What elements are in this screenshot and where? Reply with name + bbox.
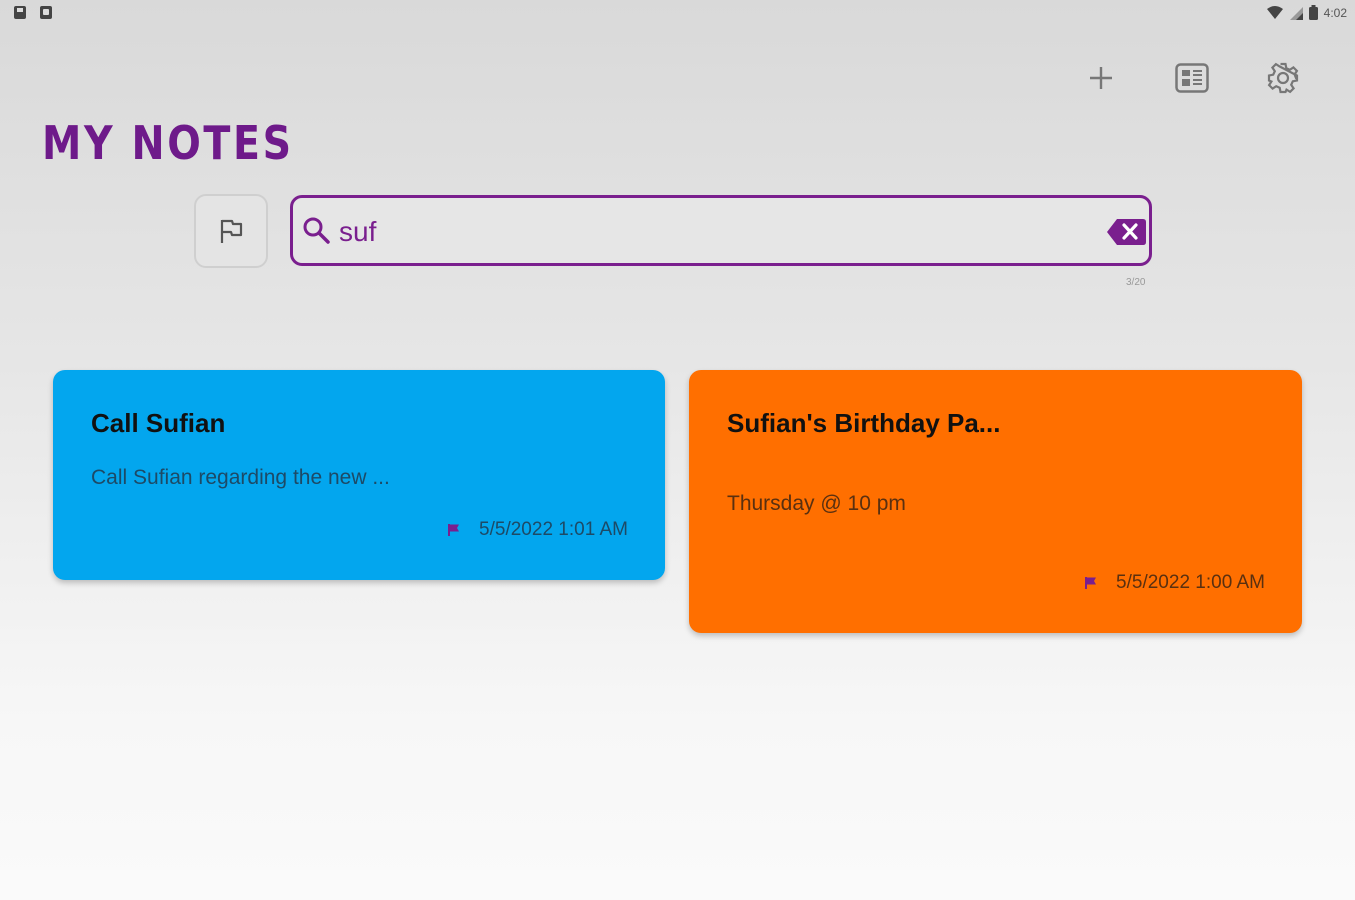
note-title: Call Sufian	[91, 408, 226, 438]
cell-signal-icon	[1289, 6, 1303, 20]
note-date: 5/5/2022 1:00 AM	[1116, 572, 1265, 593]
clear-search-icon[interactable]	[1107, 218, 1147, 246]
clock: 4:02	[1323, 5, 1347, 20]
add-note-button[interactable]	[1079, 56, 1123, 100]
settings-button[interactable]	[1261, 56, 1305, 100]
grid-layout-icon	[1175, 63, 1209, 93]
wifi-icon	[1266, 5, 1283, 19]
battery-icon	[1308, 5, 1318, 20]
flag-filter-button[interactable]	[194, 194, 268, 268]
sd-card-icon	[14, 6, 26, 19]
note-footer: 5/5/2022 1:00 AM	[1084, 572, 1265, 594]
note-body: Call Sufian regarding the new ...	[91, 466, 390, 489]
search-icon	[303, 217, 330, 244]
status-bar: 4:02	[0, 0, 1355, 28]
page-title: MY NOTES	[42, 116, 294, 170]
flag-icon	[1085, 577, 1097, 589]
char-counter: 3/20	[1126, 277, 1146, 288]
note-body: Thursday @ 10 pm	[727, 492, 906, 515]
note-date: 5/5/2022 1:01 AM	[479, 519, 628, 540]
gear-icon	[1267, 62, 1299, 94]
note-footer: 5/5/2022 1:01 AM	[447, 519, 628, 541]
search-input[interactable]	[339, 211, 1099, 253]
flag-icon	[448, 524, 460, 536]
layout-toggle-button[interactable]	[1170, 56, 1214, 100]
flag-icon	[220, 219, 243, 243]
note-card[interactable]: Call Sufian Call Sufian regarding the ne…	[53, 370, 665, 580]
search-box[interactable]	[290, 195, 1152, 266]
notification-icon	[40, 6, 52, 19]
note-title: Sufian's Birthday Pa...	[727, 408, 1001, 438]
plus-icon	[1090, 67, 1112, 89]
note-card[interactable]: Sufian's Birthday Pa... Thursday @ 10 pm…	[689, 370, 1302, 633]
